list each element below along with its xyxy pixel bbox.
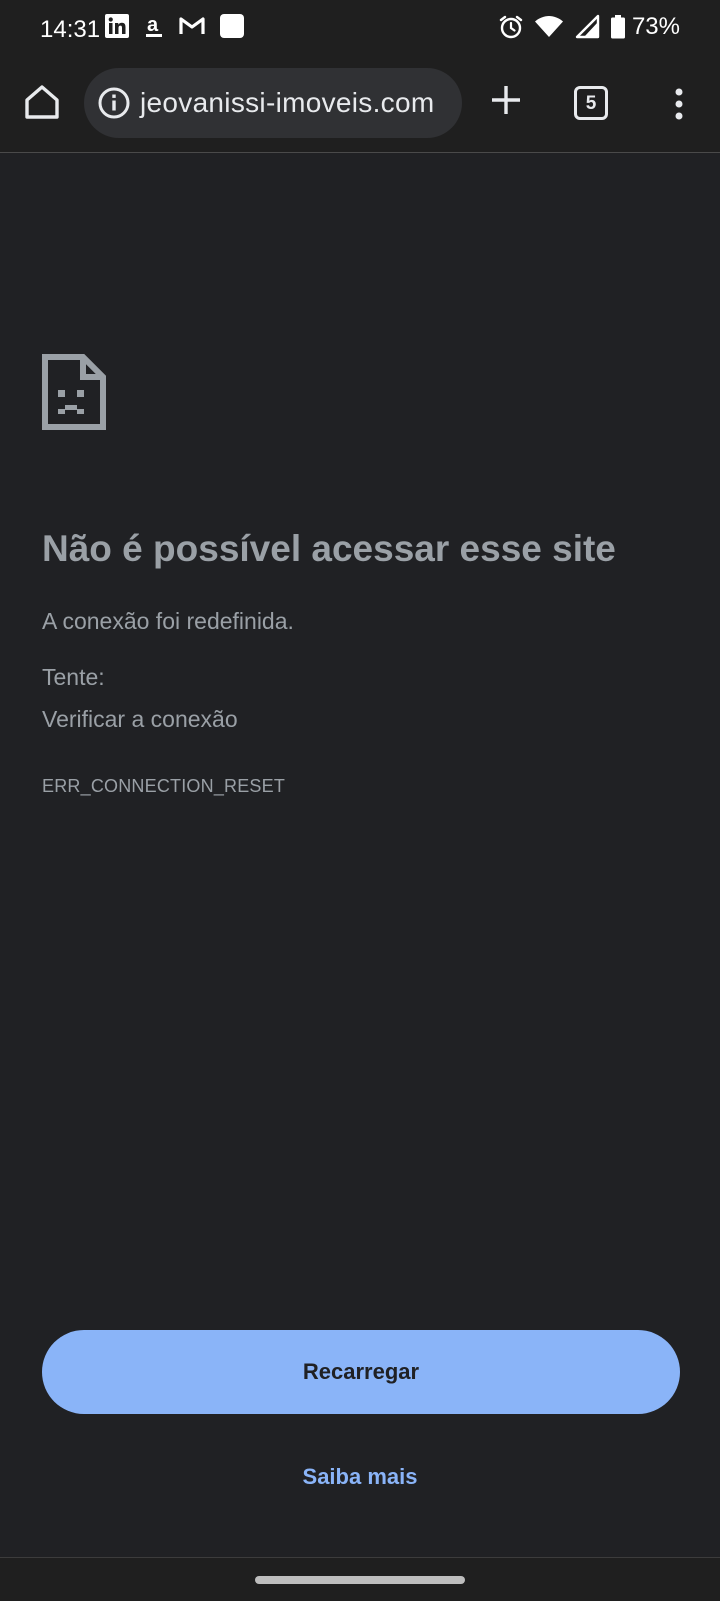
new-tab-button[interactable] xyxy=(486,80,526,125)
address-bar[interactable]: jeovanissi-imoveis.com xyxy=(84,68,462,138)
browser-toolbar: jeovanissi-imoveis.com 5 xyxy=(0,58,720,153)
status-time: 14:31 xyxy=(40,16,101,43)
svg-text:a: a xyxy=(147,14,159,36)
linkedin-icon xyxy=(105,14,129,38)
gesture-handle[interactable] xyxy=(255,1576,465,1584)
error-description: A conexão foi redefinida. xyxy=(42,608,294,634)
home-icon xyxy=(25,85,59,119)
system-status: 73% xyxy=(498,13,680,41)
status-bar: 14:31 a 73% xyxy=(0,0,720,58)
suggestion-check-connection: Verificar a conexão xyxy=(42,706,238,732)
plus-icon xyxy=(492,86,520,114)
wifi-icon xyxy=(534,16,563,37)
square-notification-icon xyxy=(220,14,244,38)
notification-icons: a xyxy=(104,13,245,39)
battery-icon xyxy=(610,15,625,39)
menu-button[interactable] xyxy=(664,86,694,127)
more-vertical-icon xyxy=(675,88,683,120)
info-icon[interactable] xyxy=(96,85,132,121)
navigation-bar xyxy=(0,1557,720,1601)
alarm-icon xyxy=(499,15,523,39)
reload-button[interactable]: Recarregar xyxy=(42,1330,680,1414)
learn-more-link[interactable]: Saiba mais xyxy=(0,1464,720,1490)
try-label: Tente: xyxy=(42,664,105,690)
battery-level: 73% xyxy=(631,13,680,40)
tab-count: 5 xyxy=(574,86,608,120)
url-text[interactable]: jeovanissi-imoveis.com xyxy=(140,87,434,119)
amazon-icon: a xyxy=(146,14,162,37)
sad-page-icon xyxy=(42,354,106,430)
tab-switcher-button[interactable]: 5 xyxy=(574,86,608,120)
error-code: ERR_CONNECTION_RESET xyxy=(42,776,286,796)
gmail-icon xyxy=(179,17,205,34)
home-button[interactable] xyxy=(20,80,64,124)
signal-icon xyxy=(575,14,600,39)
error-title: Não é possível acessar esse site xyxy=(42,528,616,569)
